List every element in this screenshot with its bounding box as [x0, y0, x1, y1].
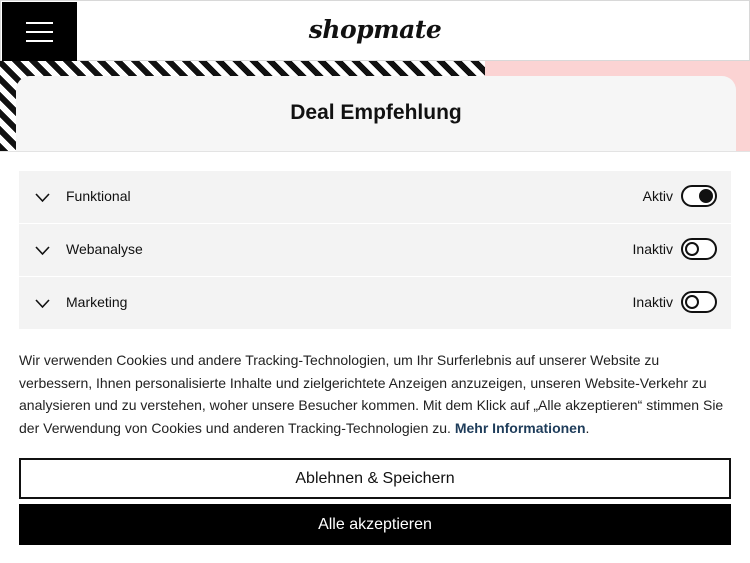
category-status: Inaktiv — [632, 294, 673, 310]
funktional-toggle[interactable] — [681, 185, 717, 207]
toggle-knob — [685, 242, 699, 256]
toggle-knob — [685, 295, 699, 309]
category-status: Inaktiv — [632, 241, 673, 257]
decline-and-save-button[interactable]: Ablehnen & Speichern — [19, 458, 731, 499]
more-info-link[interactable]: Mehr Informationen — [455, 420, 586, 436]
webanalyse-toggle[interactable] — [681, 238, 717, 260]
toggle-knob — [699, 189, 713, 203]
category-funktional[interactable]: Funktional Aktiv — [19, 171, 731, 223]
category-status: Aktiv — [642, 188, 673, 204]
shopmate-logo[interactable]: shopmate — [1, 15, 749, 44]
consent-info-text: Wir verwenden Cookies und andere Trackin… — [19, 349, 731, 439]
accept-all-button[interactable]: Alle akzeptieren — [19, 504, 731, 545]
site-header: shopmate — [0, 0, 750, 62]
category-label: Webanalyse — [66, 241, 143, 257]
deal-hero: Deal Empfehlung — [0, 61, 750, 151]
category-marketing[interactable]: Marketing Inaktiv — [19, 277, 731, 329]
category-webanalyse[interactable]: Webanalyse Inaktiv — [19, 224, 731, 276]
category-label: Marketing — [66, 294, 128, 310]
marketing-toggle[interactable] — [681, 291, 717, 313]
deal-title: Deal Empfehlung — [290, 101, 462, 124]
consent-description: Wir verwenden Cookies und andere Trackin… — [19, 352, 724, 436]
chevron-down-icon[interactable] — [35, 190, 50, 205]
deal-card: Deal Empfehlung — [16, 76, 736, 151]
info-end: . — [585, 419, 590, 436]
chevron-down-icon[interactable] — [35, 296, 50, 311]
category-label: Funktional — [66, 188, 131, 204]
cookie-consent-banner: Funktional Aktiv Webanalyse Inaktiv Mark… — [0, 151, 750, 563]
chevron-down-icon[interactable] — [35, 243, 50, 258]
